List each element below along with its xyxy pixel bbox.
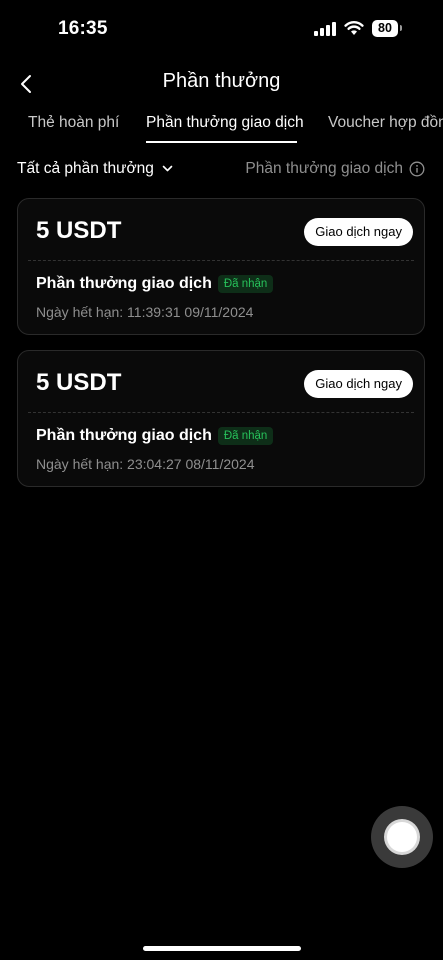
status-time: 16:35 (58, 18, 108, 39)
assistive-touch-button[interactable] (371, 806, 433, 868)
info-icon (409, 161, 425, 177)
reward-name-row: Phần thưởng giao dịch Đã nhận (36, 427, 274, 445)
expiry-date: Ngày hết hạn: 23:04:27 08/11/2024 (36, 456, 255, 472)
status-badge: Đã nhận (217, 427, 274, 445)
tab-bar: Thẻ hoàn phí Phần thưởng giao dịch Vouch… (0, 114, 443, 150)
tab-contract-voucher[interactable]: Voucher hợp đồn (328, 114, 443, 132)
reward-name: Phần thưởng giao dịch (36, 275, 212, 292)
reward-amount: 5 USDT (36, 217, 122, 244)
dashed-divider (28, 412, 414, 413)
trade-now-button[interactable]: Giao dịch ngay (304, 218, 413, 246)
chevron-down-icon (162, 165, 173, 172)
filter-dropdown-label: Tất cả phần thưởng (17, 160, 154, 177)
battery-cap (400, 25, 402, 31)
trade-now-button[interactable]: Giao dịch ngay (304, 370, 413, 398)
reward-amount: 5 USDT (36, 369, 122, 396)
reward-card: 5 USDT Giao dịch ngay Phần thưởng giao d… (17, 198, 425, 335)
expiry-date: Ngày hết hạn: 11:39:31 09/11/2024 (36, 304, 254, 320)
home-indicator[interactable] (143, 946, 301, 951)
dashed-divider (28, 260, 414, 261)
reward-name: Phần thưởng giao dịch (36, 427, 212, 444)
assistive-core (387, 822, 417, 852)
active-tab-indicator (146, 141, 297, 143)
signal-icon (314, 22, 336, 36)
status-badge: Đã nhận (217, 275, 274, 293)
reward-name-row: Phần thưởng giao dịch Đã nhận (36, 275, 274, 293)
status-bar: 16:35 80 (0, 0, 443, 60)
reward-filter-dropdown[interactable]: Tất cả phần thưởng (17, 160, 173, 178)
wifi-icon (344, 21, 364, 35)
reward-card: 5 USDT Giao dịch ngay Phần thưởng giao d… (17, 350, 425, 487)
tab-refund-card[interactable]: Thẻ hoàn phí (28, 114, 119, 132)
page-title: Phần thưởng (162, 70, 281, 92)
filter-row: Tất cả phần thưởng Phần thưởng giao dịch (0, 160, 443, 184)
battery-icon: 80 (372, 20, 398, 37)
reward-type-label: Phần thưởng giao dịch (245, 160, 403, 177)
reward-type-info[interactable]: Phần thưởng giao dịch (245, 160, 425, 178)
tab-trading-rewards[interactable]: Phần thưởng giao dịch (146, 114, 304, 132)
